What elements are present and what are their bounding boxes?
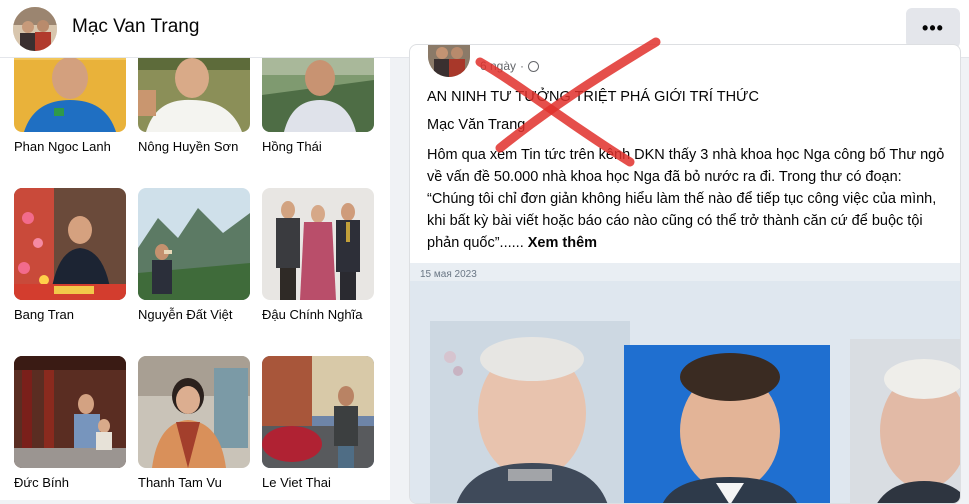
- friend-card[interactable]: Nông Huyền Sơn: [138, 58, 254, 154]
- post-author-avatar[interactable]: [428, 45, 470, 77]
- friend-name[interactable]: Nguyễn Đất Việt: [138, 307, 254, 322]
- friend-name[interactable]: Đức Bính: [14, 475, 130, 490]
- friend-photo[interactable]: [262, 188, 374, 300]
- friend-photo[interactable]: [14, 188, 126, 300]
- friend-card[interactable]: Đức Bính: [14, 356, 130, 490]
- image-date-stamp: 15 мая 2023: [420, 269, 477, 280]
- friend-photo[interactable]: [138, 188, 250, 300]
- friend-photo[interactable]: [14, 356, 126, 468]
- friend-name[interactable]: Phan Ngoc Lanh: [14, 139, 130, 154]
- friend-card[interactable]: Bang Tran: [14, 188, 130, 322]
- friend-photo[interactable]: [262, 356, 374, 468]
- post-meta: 6 ngày ·: [480, 59, 540, 73]
- friend-card[interactable]: Le Viet Thai: [262, 356, 378, 490]
- friend-photo[interactable]: [138, 356, 250, 468]
- post-card: 6 ngày · AN NINH TƯ TƯỞNG TRIỆT PHÁ GIỚI…: [409, 44, 961, 504]
- friend-name[interactable]: Hồng Thái: [262, 139, 378, 154]
- friend-photo[interactable]: [138, 58, 250, 132]
- profile-avatar[interactable]: [13, 7, 57, 51]
- meta-separator: ·: [520, 59, 525, 73]
- see-more-link[interactable]: Xem thêm: [528, 235, 597, 251]
- friend-name[interactable]: Đậu Chính Nghĩa: [262, 307, 378, 322]
- friend-card[interactable]: Hồng Thái: [262, 58, 378, 154]
- post-author-line: Mạc Văn Trang: [427, 117, 526, 133]
- friend-card[interactable]: Đậu Chính Nghĩa: [262, 188, 378, 322]
- more-options-button[interactable]: •••: [906, 8, 960, 48]
- globe-icon[interactable]: [528, 60, 540, 72]
- post-title: AN NINH TƯ TƯỞNG TRIỆT PHÁ GIỚI TRÍ THỨC: [427, 89, 759, 105]
- profile-name[interactable]: Mạc Van Trang: [72, 16, 199, 38]
- post-body: Hôm qua xem Tin tức trên kênh DKN thấy 3…: [427, 144, 947, 254]
- friend-name[interactable]: Thanh Tam Vu: [138, 475, 254, 490]
- friend-photo[interactable]: [262, 58, 374, 132]
- post-body-text: Hôm qua xem Tin tức trên kênh DKN thấy 3…: [427, 147, 945, 251]
- friend-photo[interactable]: [14, 58, 126, 132]
- friend-name[interactable]: Bang Tran: [14, 307, 130, 322]
- friend-card[interactable]: Nguyễn Đất Việt: [138, 188, 254, 322]
- friend-card[interactable]: Thanh Tam Vu: [138, 356, 254, 490]
- friends-grid: Phan Ngoc Lanh Nông Huyền Sơn Hồng Thái …: [0, 58, 390, 500]
- friend-name[interactable]: Nông Huyền Sơn: [138, 139, 254, 154]
- friend-card[interactable]: Phan Ngoc Lanh: [14, 58, 130, 154]
- post-image[interactable]: 15 мая 2023: [410, 263, 960, 503]
- post-time[interactable]: 6 ngày: [480, 59, 516, 73]
- friend-name[interactable]: Le Viet Thai: [262, 475, 378, 490]
